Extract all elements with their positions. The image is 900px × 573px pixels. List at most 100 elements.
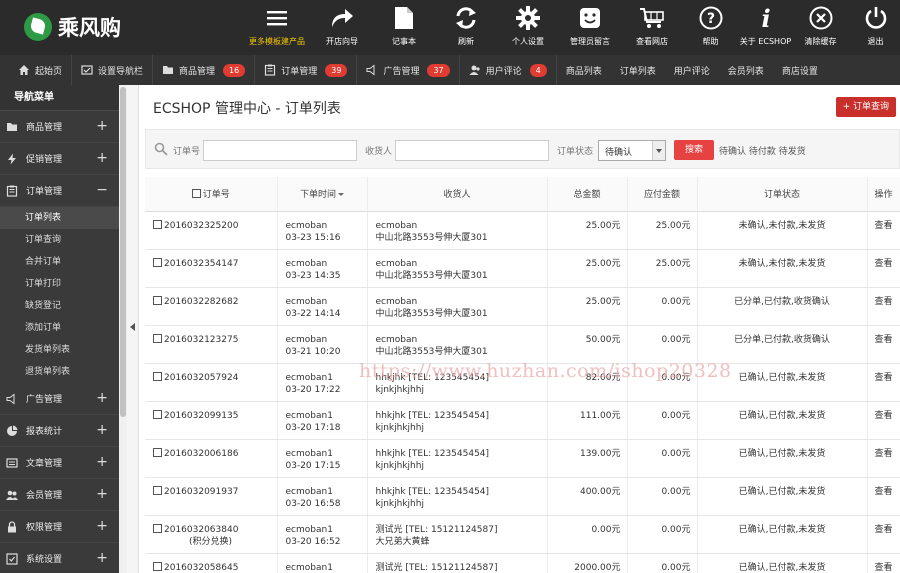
row-checkbox[interactable] [153, 409, 162, 419]
nav-item-10[interactable]: 商店设置 [773, 55, 827, 85]
sidebar-group-article[interactable]: 文章管理 + [0, 447, 119, 479]
order-query-button[interactable]: + 订单查询 [835, 97, 896, 117]
nav-item-9[interactable]: 会员列表 [719, 55, 773, 85]
row-checkbox[interactable] [153, 257, 162, 267]
search-button[interactable]: 搜索 [674, 140, 714, 160]
select-all-checkbox[interactable] [191, 189, 201, 199]
order-no-link[interactable]: 2016032057924 [164, 373, 238, 383]
view-link[interactable]: 查看 [867, 249, 900, 288]
row-checkbox[interactable] [153, 447, 162, 457]
brand-logo[interactable]: 乘风购 [24, 10, 121, 44]
receiver-name[interactable]: ecmoban [376, 220, 547, 232]
order-no-link[interactable]: 2016032354147 [164, 259, 238, 269]
sidebar-subitem[interactable]: 订单查询 [0, 229, 119, 251]
nav-item-0[interactable]: 起始页 [0, 55, 73, 85]
toolbar-button-menu[interactable]: 更多模板建产品 [243, 0, 311, 55]
view-link[interactable]: 查看 [867, 211, 900, 250]
sidebar-subitem[interactable]: 订单打印 [0, 273, 119, 295]
toolbar-button-gear[interactable]: 个人设置 [497, 0, 559, 55]
view-link[interactable]: 查看 [867, 287, 900, 326]
row-checkbox[interactable] [153, 219, 162, 229]
receiver-name[interactable]: ecmoban [376, 258, 547, 270]
nav-item-3[interactable]: 订单管理 39 [255, 55, 358, 85]
toolbar-button-cart[interactable]: 查看网店 [621, 0, 683, 55]
receiver-name[interactable]: ecmoban [376, 334, 547, 346]
sidebar-scrollbar[interactable] [119, 85, 127, 573]
view-link[interactable]: 查看 [867, 363, 900, 402]
toolbar-button-info[interactable]: i 关于 ECSHOP [738, 0, 793, 55]
total-amount: 25.00元 [547, 287, 628, 326]
receiver-name[interactable]: 测试光 [TEL: 15121124587] [376, 524, 547, 536]
receiver-name[interactable]: 测试光 [TEL: 15121124587] [376, 562, 547, 573]
row-checkbox[interactable] [153, 333, 162, 343]
nav-item-8[interactable]: 用户评论 [665, 55, 719, 85]
order-no-link[interactable]: 2016032006186 [164, 449, 238, 459]
column-header[interactable]: 下单时间 [277, 177, 368, 212]
sidebar-group-pie-chart[interactable]: 报表统计 + [0, 415, 119, 447]
buyer-name: ecmoban [285, 296, 328, 307]
receiver-cell: hhkjhk [TEL: 123545454] kjnkjhkjhhj [367, 477, 548, 516]
sidebar-group-settings[interactable]: 系统设置 + [0, 543, 119, 573]
order-no-link[interactable]: 2016032123275 [164, 335, 238, 345]
receiver-cell: ecmoban 中山北路3553号伸大厦301 [367, 287, 548, 326]
row-checkbox[interactable] [153, 485, 162, 495]
nav-item-6[interactable]: 商品列表 [557, 55, 611, 85]
nav-item-4[interactable]: 广告管理 37 [357, 55, 460, 85]
table-header-row: 订单号 下单时间 收货人 总金额 应付金额 订单状态 操作 [145, 177, 900, 212]
row-checkbox[interactable] [153, 295, 162, 305]
order-no-link[interactable]: 2016032091937 [164, 487, 238, 497]
nav-item-2[interactable]: 商品管理 16 [153, 55, 256, 85]
toolbar-button-smiley[interactable]: 管理员留言 [559, 0, 621, 55]
view-link[interactable]: 查看 [867, 553, 900, 573]
view-link[interactable]: 查看 [867, 325, 900, 364]
total-amount: 0.00元 [547, 515, 628, 554]
sidebar-subitem[interactable]: 订单列表 [0, 207, 119, 229]
row-checkbox[interactable] [153, 523, 162, 533]
sidebar-subitem[interactable]: 发货单列表 [0, 339, 119, 361]
order-no-link[interactable]: 2016032325200 [164, 221, 238, 231]
nav-item-1[interactable]: 设置导航栏 [72, 55, 154, 85]
receiver-name[interactable]: hhkjhk [TEL: 123545454] [376, 448, 547, 460]
payable-amount: 0.00元 [627, 287, 698, 326]
order-no-input[interactable] [203, 140, 357, 161]
sidebar-group-order[interactable]: 订单管理 − [0, 175, 119, 207]
nav-item-5[interactable]: 用户评论 4 [460, 55, 557, 85]
sidebar-subitem[interactable]: 添加订单 [0, 317, 119, 339]
view-link[interactable]: 查看 [867, 439, 900, 478]
receiver-input[interactable] [395, 140, 549, 161]
sidebar-group-lock[interactable]: 权限管理 + [0, 511, 119, 543]
receiver-name[interactable]: hhkjhk [TEL: 123545454] [376, 410, 547, 422]
sidebar-group-bolt[interactable]: 促销管理 + [0, 143, 119, 175]
sidebar-subitem[interactable]: 缺货登记 [0, 295, 119, 317]
toolbar-button-share-arrow[interactable]: 开店向导 [311, 0, 373, 55]
receiver-name[interactable]: hhkjhk [TEL: 123545454] [376, 486, 547, 498]
toolbar-button-notepad[interactable]: 记事本 [373, 0, 435, 55]
order-no-link[interactable]: 2016032058645 [164, 563, 238, 573]
order-no-link[interactable]: 2016032282682 [164, 297, 238, 307]
sidebar-group-users[interactable]: 会员管理 + [0, 479, 119, 511]
sidebar-collapse-toggle[interactable] [127, 85, 139, 573]
view-link[interactable]: 查看 [867, 401, 900, 440]
order-no-link[interactable]: 2016032063840 [164, 525, 238, 535]
nav-item-7[interactable]: 订单列表 [611, 55, 665, 85]
quick-filter-links[interactable]: 待确认 待付款 待发货 [719, 144, 806, 157]
row-checkbox[interactable] [153, 371, 162, 381]
toolbar-button-power[interactable]: 退出 [848, 0, 900, 55]
scrollbar-thumb[interactable] [120, 87, 126, 417]
view-link[interactable]: 查看 [867, 477, 900, 516]
sidebar-subitem[interactable]: 退货单列表 [0, 361, 119, 383]
sidebar-subitem[interactable]: 合并订单 [0, 251, 119, 273]
help-icon: ? [683, 4, 738, 32]
receiver-name[interactable]: ecmoban [376, 296, 547, 308]
order-time-cell: ecmoban1 03-20 17:18 [277, 401, 368, 440]
view-link[interactable]: 查看 [867, 515, 900, 554]
toolbar-button-close-circle[interactable]: 清除缓存 [793, 0, 848, 55]
order-status-select[interactable]: 待确认 [598, 140, 666, 161]
toolbar-button-refresh[interactable]: 刷新 [435, 0, 497, 55]
row-checkbox[interactable] [153, 561, 162, 571]
order-no-link[interactable]: 2016032099135 [164, 411, 238, 421]
sidebar-group-speaker[interactable]: 广告管理 + [0, 383, 119, 415]
svg-text:?: ? [706, 11, 714, 27]
sidebar-group-folder[interactable]: 商品管理 + [0, 111, 119, 143]
toolbar-button-help[interactable]: ? 帮助 [683, 0, 738, 55]
